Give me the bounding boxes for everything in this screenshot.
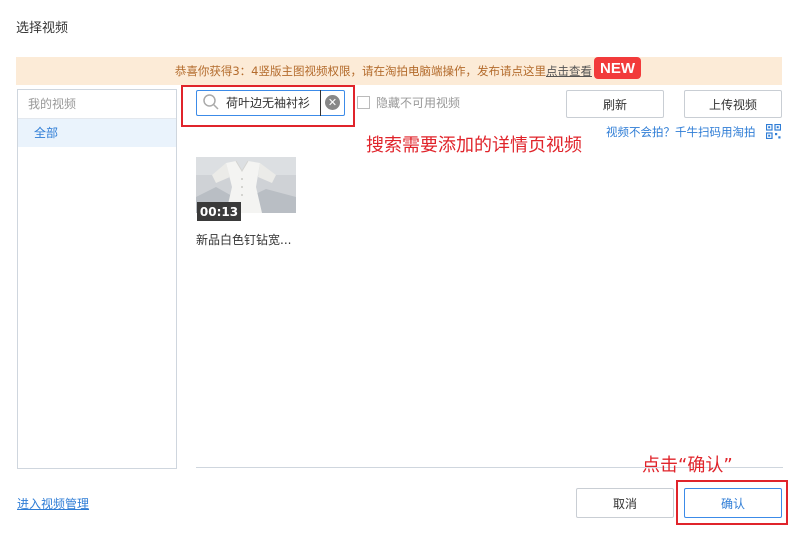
notice-text: 恭喜你获得3：4竖版主图视频权限，请在淘拍电脑端操作，发布请点这里 bbox=[174, 64, 546, 78]
sidebar-item-all[interactable]: 全部 bbox=[18, 119, 176, 147]
notice-link[interactable]: 点击查看 bbox=[546, 63, 592, 79]
sidebar-header: 我的视频 bbox=[18, 90, 176, 119]
sidebar: 我的视频 全部 bbox=[17, 89, 177, 469]
help-link[interactable]: 视频不会拍？千牛扫码用淘拍 bbox=[606, 124, 756, 140]
cancel-button[interactable]: 取消 bbox=[576, 488, 674, 518]
video-title[interactable]: 新品白色钉钻宽... bbox=[196, 231, 291, 248]
manage-videos-link[interactable]: 进入视频管理 bbox=[17, 495, 89, 512]
search-annotation-note: 搜索需要添加的详情页视频 bbox=[366, 135, 582, 156]
dialog-title: 选择视频 bbox=[16, 21, 69, 36]
upload-video-button[interactable]: 上传视频 bbox=[684, 90, 782, 118]
search-input-value[interactable]: 荷叶边无袖衬衫 bbox=[226, 90, 321, 116]
clear-icon[interactable]: ✕ bbox=[325, 95, 340, 110]
confirm-annotation-box bbox=[676, 480, 788, 525]
video-duration: 00:13 bbox=[197, 202, 241, 221]
hide-unavailable-checkbox[interactable] bbox=[357, 96, 370, 109]
new-badge: NEW bbox=[594, 57, 641, 79]
qr-code-icon[interactable] bbox=[766, 124, 781, 139]
refresh-button[interactable]: 刷新 bbox=[566, 90, 664, 118]
confirm-annotation-note: 点击“确认” bbox=[642, 455, 733, 476]
hide-unavailable-label[interactable]: 隐藏不可用视频 bbox=[376, 94, 460, 111]
notice-bar: 恭喜你获得3：4竖版主图视频权限，请在淘拍电脑端操作，发布请点这里 点击查看 bbox=[16, 57, 782, 85]
search-icon bbox=[203, 94, 219, 110]
